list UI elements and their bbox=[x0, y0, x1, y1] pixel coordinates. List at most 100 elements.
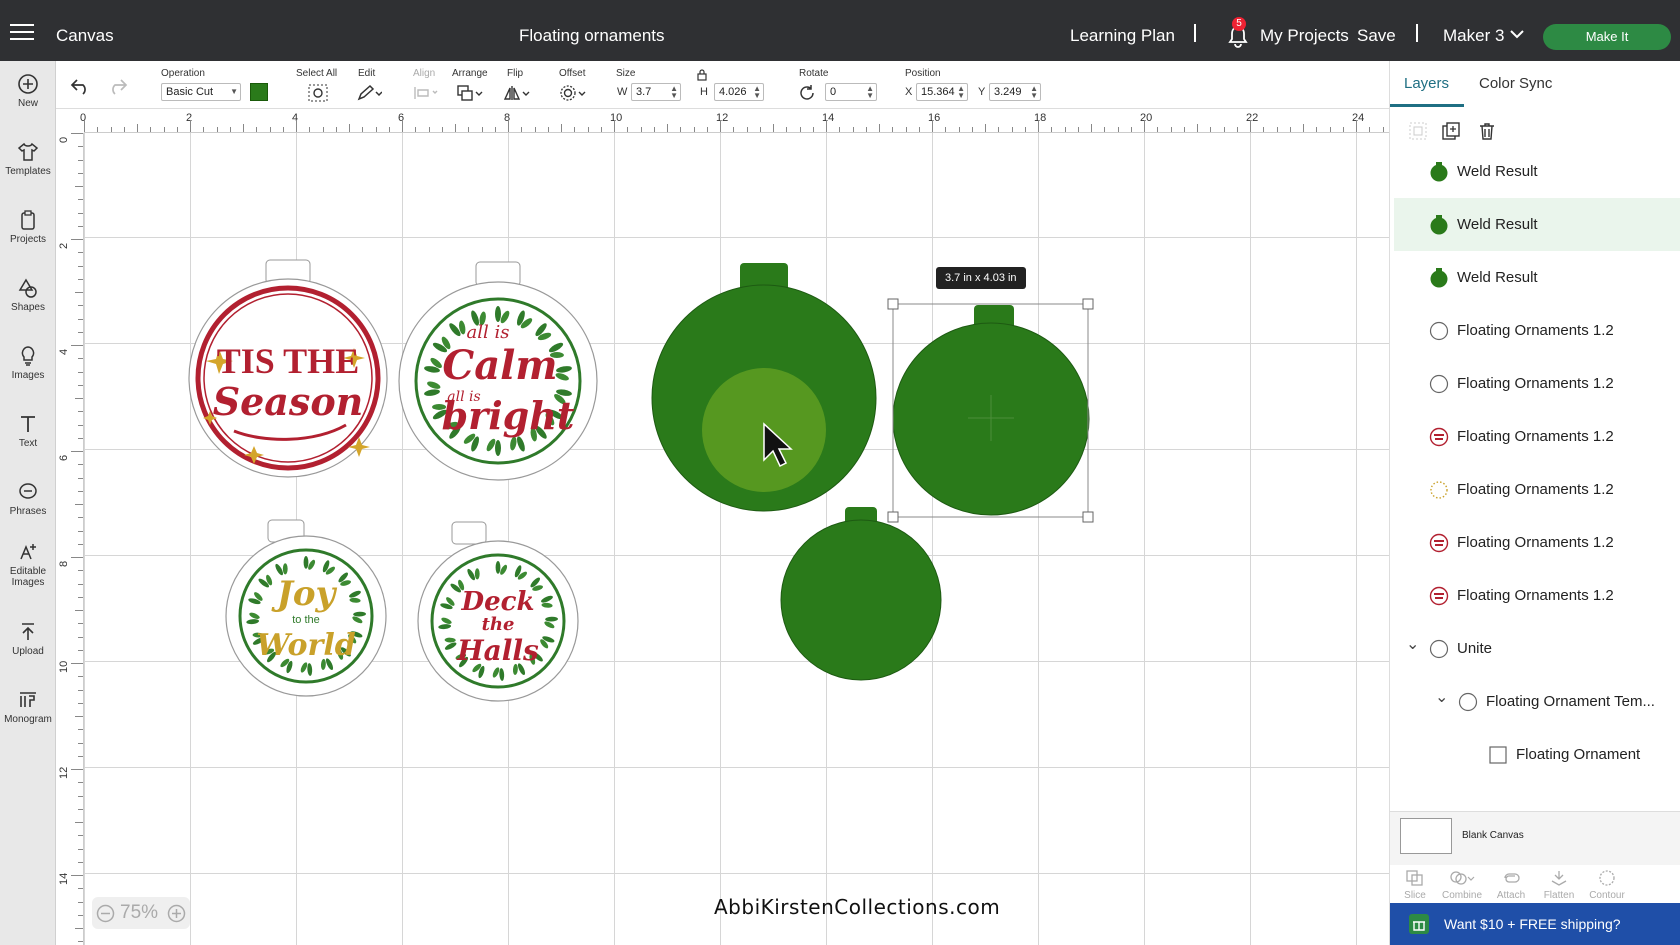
slice-button[interactable]: Slice bbox=[1390, 869, 1440, 901]
blank-canvas-row[interactable]: Blank Canvas bbox=[1390, 811, 1680, 865]
rotate-icon bbox=[800, 85, 814, 100]
layer-row[interactable]: Weld Result bbox=[1394, 251, 1680, 304]
nav-phrases[interactable]: Phrases bbox=[0, 481, 56, 517]
contour-button[interactable]: Contour bbox=[1582, 869, 1632, 901]
ruler-mark bbox=[75, 610, 83, 611]
layer-row[interactable]: Floating Ornaments 1.2 bbox=[1394, 357, 1680, 410]
speech-bubble-icon bbox=[19, 483, 37, 499]
layer-row[interactable]: Floating Ornaments 1.2 bbox=[1394, 516, 1680, 569]
height-input[interactable]: 4.026 ▲ ▼ bbox=[714, 83, 764, 101]
zoom-out-icon[interactable] bbox=[96, 904, 115, 923]
offset-icon[interactable] bbox=[559, 84, 587, 102]
ruler-tick-label: 4 bbox=[58, 348, 70, 355]
ruler-mark bbox=[78, 702, 83, 704]
edit-label: Edit bbox=[358, 68, 376, 79]
y-input[interactable]: 3.249 ▲ ▼ bbox=[989, 83, 1041, 101]
ruler-mark bbox=[653, 127, 655, 132]
nav-text[interactable]: Text bbox=[0, 413, 56, 449]
layer-thumbnail-icon bbox=[1429, 533, 1449, 553]
ruler-mark bbox=[322, 127, 324, 132]
arrange-icon[interactable] bbox=[456, 84, 484, 102]
resize-handle[interactable] bbox=[1082, 298, 1094, 310]
zoom-level: 75% bbox=[120, 902, 159, 923]
blank-canvas-swatch[interactable] bbox=[1400, 818, 1452, 854]
menu-icon[interactable] bbox=[10, 24, 34, 42]
nav-upload[interactable]: Upload bbox=[0, 621, 56, 657]
redo-icon[interactable] bbox=[106, 77, 128, 95]
ruler-mark bbox=[78, 384, 83, 386]
save-button[interactable]: Save bbox=[1357, 26, 1396, 46]
resize-handle[interactable] bbox=[1082, 511, 1094, 523]
nav-shapes[interactable]: Shapes bbox=[0, 277, 56, 313]
operation-color-swatch[interactable] bbox=[250, 83, 268, 101]
ornament-joy-to-the-world[interactable]: Joy to the World bbox=[225, 519, 387, 697]
lock-icon[interactable] bbox=[697, 69, 707, 81]
align-icon[interactable] bbox=[413, 85, 439, 101]
layer-row[interactable]: Floating Ornaments 1.2 bbox=[1394, 463, 1680, 516]
chevron-down-icon[interactable] bbox=[1510, 30, 1524, 39]
rotate-input[interactable]: 0 ▲ ▼ bbox=[825, 83, 877, 101]
weld-result-ornament-small[interactable] bbox=[780, 507, 942, 681]
layer-row[interactable]: Floating Ornaments 1.2 bbox=[1394, 569, 1680, 622]
nav-new[interactable]: New bbox=[0, 73, 56, 109]
design-canvas[interactable]: TIS THE Season all is Calm all is bright… bbox=[84, 133, 1389, 945]
ruler-mark bbox=[1250, 120, 1251, 132]
weld-result-ornament-selected[interactable] bbox=[892, 305, 1090, 516]
ruler-tick-label: 8 bbox=[58, 560, 70, 567]
ruler-mark bbox=[958, 127, 960, 132]
vertical-ruler: 0 2 4 6 8 10 12 14 bbox=[56, 133, 84, 945]
nav-projects[interactable]: Projects bbox=[0, 209, 56, 245]
ruler-mark bbox=[78, 225, 83, 227]
width-input[interactable]: 3.7 ▲ ▼ bbox=[631, 83, 681, 101]
project-title[interactable]: Floating ornaments bbox=[519, 26, 665, 46]
ornament-all-is-calm[interactable]: all is Calm all is bright bbox=[398, 261, 598, 481]
nav-templates[interactable]: Templates bbox=[0, 141, 56, 177]
resize-handle[interactable] bbox=[887, 511, 899, 523]
chevron-down-icon[interactable]: ⌄ bbox=[1435, 687, 1448, 707]
ruler-mark bbox=[78, 318, 83, 320]
operation-select[interactable]: Basic Cut ▼ bbox=[161, 83, 241, 101]
my-projects-link[interactable]: My Projects bbox=[1260, 26, 1349, 46]
attach-button[interactable]: Attach bbox=[1486, 869, 1536, 901]
flatten-button[interactable]: Flatten bbox=[1534, 869, 1584, 901]
layer-row[interactable]: ⌄ Unite bbox=[1394, 622, 1680, 675]
pencil-icon[interactable] bbox=[356, 84, 382, 102]
layer-row[interactable]: Weld Result bbox=[1394, 198, 1680, 251]
layer-row[interactable]: Floating Ornaments 1.2 bbox=[1394, 410, 1680, 463]
x-input[interactable]: 15.364 ▲ ▼ bbox=[916, 83, 968, 101]
group-icon[interactable] bbox=[1408, 121, 1428, 141]
tab-layers[interactable]: Layers bbox=[1404, 75, 1449, 92]
layer-row[interactable]: Floating Ornaments 1.2 bbox=[1394, 304, 1680, 357]
select-all-icon[interactable] bbox=[308, 84, 328, 102]
nav-editable-images[interactable]: Editable Images bbox=[0, 541, 56, 588]
ruler-mark bbox=[78, 676, 83, 678]
layer-row[interactable]: ⌄ Floating Ornament Tem... bbox=[1394, 675, 1680, 728]
duplicate-icon[interactable] bbox=[1441, 121, 1461, 141]
ruler-mark bbox=[78, 199, 83, 201]
weld-result-ornament-large[interactable] bbox=[651, 263, 877, 512]
layer-row[interactable]: Floating Ornament bbox=[1394, 728, 1680, 781]
layer-thumbnail-icon bbox=[1488, 745, 1508, 765]
learning-plan-link[interactable]: Learning Plan bbox=[1070, 26, 1175, 46]
layer-row[interactable]: Weld Result bbox=[1394, 145, 1680, 198]
promo-banner[interactable]: Want $10 + FREE shipping? bbox=[1390, 903, 1680, 945]
zoom-in-icon[interactable] bbox=[167, 904, 186, 923]
machine-select[interactable]: Maker 3 bbox=[1443, 26, 1504, 46]
combine-button[interactable]: Combine bbox=[1437, 869, 1487, 901]
ruler-mark bbox=[1051, 127, 1053, 132]
trash-icon[interactable] bbox=[1477, 121, 1497, 141]
ornament-tis-the-season[interactable]: TIS THE Season bbox=[188, 259, 388, 478]
divider bbox=[1194, 24, 1196, 42]
flip-icon[interactable] bbox=[503, 84, 531, 102]
nav-monogram[interactable]: Monogram bbox=[0, 689, 56, 725]
ruler-mark bbox=[78, 808, 83, 810]
make-it-button[interactable]: Make It bbox=[1543, 24, 1671, 50]
nav-images[interactable]: Images bbox=[0, 345, 56, 381]
chevron-down-icon[interactable]: ⌄ bbox=[1406, 634, 1419, 654]
resize-handle[interactable] bbox=[887, 298, 899, 310]
ruler-mark bbox=[1289, 127, 1291, 132]
undo-icon[interactable] bbox=[70, 77, 92, 95]
ornament-deck-the-halls[interactable]: Deck the Halls bbox=[417, 521, 579, 702]
tab-color-sync[interactable]: Color Sync bbox=[1479, 75, 1552, 92]
rotate-label: Rotate bbox=[799, 68, 829, 79]
